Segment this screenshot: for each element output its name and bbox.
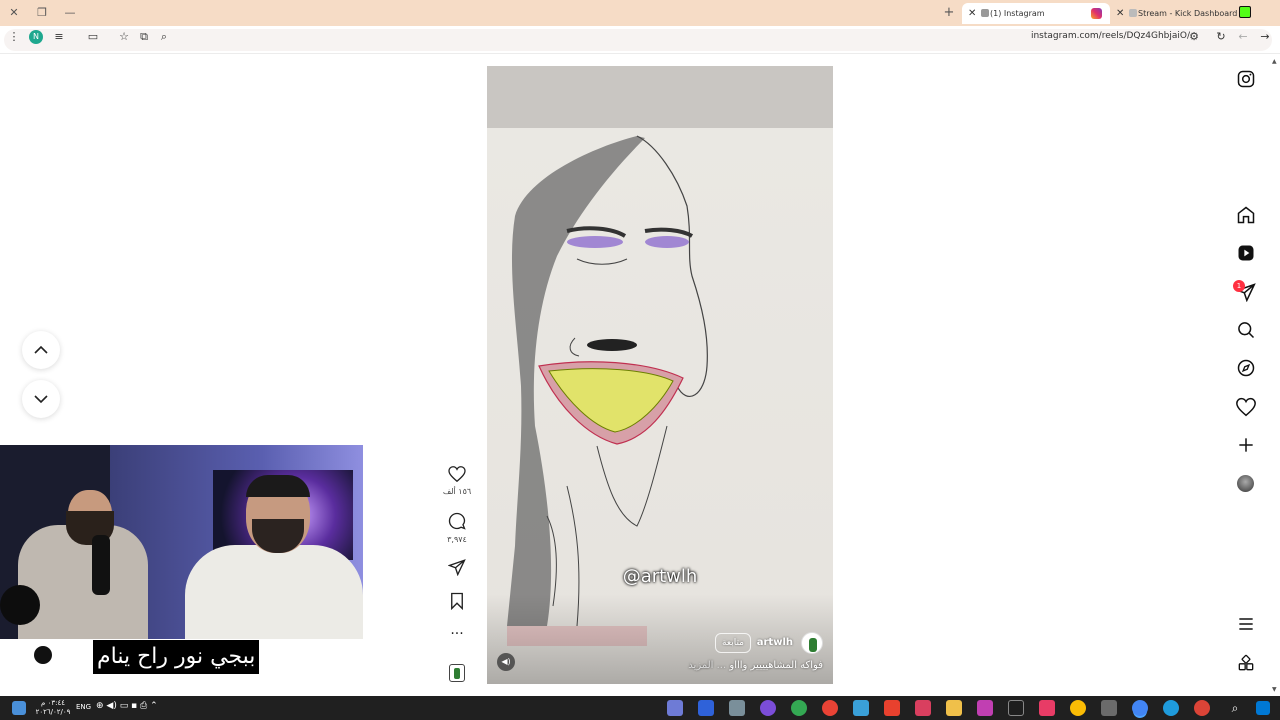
clock[interactable]: ٠٣:٤٤ م ٢٠٢٦/٠٢/٠٩ bbox=[34, 699, 72, 717]
chevron-up-icon bbox=[34, 345, 48, 354]
audio-thumbnail[interactable] bbox=[440, 664, 474, 682]
stream-subtitle: ببجي نور راح ينام bbox=[93, 640, 260, 674]
explore-icon[interactable] bbox=[1236, 358, 1256, 378]
restore-window-icon[interactable]: ❐ bbox=[34, 5, 50, 21]
language-indicator[interactable]: ENG bbox=[76, 703, 91, 712]
profile-avatar[interactable] bbox=[1237, 475, 1254, 492]
comment-count: ٣,٩٧٤ bbox=[447, 535, 467, 544]
install-icon[interactable]: ⧉ bbox=[137, 30, 151, 44]
apps-icon[interactable] bbox=[1236, 653, 1256, 673]
bookmark-icon bbox=[451, 592, 463, 611]
chrome-2-icon[interactable] bbox=[822, 700, 838, 716]
app-tf-icon[interactable] bbox=[977, 700, 993, 716]
previous-reel-button[interactable] bbox=[22, 331, 60, 369]
app-bird-icon[interactable] bbox=[729, 700, 745, 716]
edge-icon[interactable] bbox=[1163, 700, 1179, 716]
file-explorer-icon[interactable] bbox=[946, 700, 962, 716]
app-p-icon[interactable] bbox=[915, 700, 931, 716]
kick-favicon bbox=[1239, 6, 1251, 18]
app-purple-icon[interactable] bbox=[760, 700, 776, 716]
close-window-icon[interactable]: ✕ bbox=[6, 5, 22, 21]
notification-badge: 1 bbox=[1233, 280, 1245, 292]
comment-icon bbox=[448, 512, 466, 530]
tab-instagram[interactable]: ✕ (1) Instagram bbox=[962, 3, 1110, 24]
video-watermark: @artwlh bbox=[622, 566, 698, 587]
more-options-icon[interactable]: ··· bbox=[440, 626, 474, 642]
home-icon[interactable] bbox=[1236, 205, 1256, 225]
minimize-window-icon[interactable]: — bbox=[62, 5, 78, 21]
windows-taskbar: ٠٣:٤٤ م ٢٠٢٦/٠٢/٠٩ ENG ⊕ ◀) ▭ ▪ ⎙ ⌃ ⌕ bbox=[0, 696, 1280, 720]
character-icon bbox=[34, 646, 52, 664]
site-settings-icon[interactable]: ⚙ bbox=[1187, 30, 1201, 44]
tab-label: (1) Instagram bbox=[990, 9, 1045, 18]
obs-icon[interactable] bbox=[1008, 700, 1024, 716]
subtitle-badge bbox=[22, 640, 94, 672]
chrome-3-icon[interactable] bbox=[1070, 700, 1086, 716]
tab-link-icon bbox=[1129, 9, 1137, 17]
caption-text: فواكه المشاهيييير واااو bbox=[729, 660, 823, 671]
instagram-favicon bbox=[1091, 8, 1102, 19]
tab-kick-dashboard[interactable]: ✕ Stream - Kick Dashboard bbox=[1110, 3, 1260, 24]
webcam-overlay bbox=[0, 445, 363, 639]
reel-caption[interactable]: فواكه المشاهيييير واااو ... المزيد bbox=[688, 660, 823, 671]
browser-toolbar: ⋮ N ≡ ▭ ☆ ⧉ ⌕ instagram.com/reels/DQz4Gh… bbox=[0, 26, 1280, 54]
zoom-icon[interactable]: ⌕ bbox=[157, 30, 171, 44]
caption-more-link[interactable]: ... المزيد bbox=[688, 660, 726, 671]
new-tab-button[interactable]: + bbox=[941, 5, 957, 21]
caricature-drawing bbox=[507, 135, 708, 646]
chrome-4-icon[interactable] bbox=[1194, 700, 1210, 716]
save-action[interactable] bbox=[440, 592, 474, 614]
telegram-icon[interactable] bbox=[853, 700, 869, 716]
send-icon bbox=[447, 559, 466, 577]
url-text[interactable]: instagram.com/reels/DQz4GhbjaiO/ bbox=[1031, 31, 1190, 41]
chevron-down-icon bbox=[34, 395, 48, 404]
reels-icon[interactable] bbox=[1236, 243, 1256, 263]
next-reel-button[interactable] bbox=[22, 380, 60, 418]
back-icon[interactable]: → bbox=[1258, 30, 1272, 44]
app-gray-icon[interactable] bbox=[1101, 700, 1117, 716]
browser-tab-bar: ✕ ❐ — + ✕ (1) Instagram ✕ Stream - Kick … bbox=[0, 0, 1280, 26]
mute-button[interactable]: ◀) bbox=[497, 653, 515, 671]
clock-time: ٠٣:٤٤ م bbox=[41, 699, 65, 707]
clock-date: ٢٠٢٦/٠٢/٠٩ bbox=[35, 708, 71, 716]
forward-icon[interactable]: ← bbox=[1236, 30, 1250, 44]
like-count: ١٥٦ ألف bbox=[442, 487, 472, 496]
chrome-icon[interactable] bbox=[791, 700, 807, 716]
close-tab-icon[interactable]: ✕ bbox=[968, 3, 976, 24]
heart-icon bbox=[448, 466, 466, 483]
app-red-icon[interactable] bbox=[884, 700, 900, 716]
instagram-logo-icon[interactable] bbox=[1236, 69, 1256, 89]
start-icon[interactable] bbox=[1256, 701, 1270, 715]
tab-audio-icon bbox=[981, 9, 989, 17]
reel-video[interactable]: @artwlh artwlh متابعة فواكه المشاهيييير … bbox=[487, 66, 833, 684]
chrome-active-icon[interactable] bbox=[1132, 700, 1148, 716]
bookmark-star-icon[interactable]: ☆ bbox=[117, 30, 131, 44]
extensions-icon[interactable]: ≡ bbox=[52, 30, 66, 44]
more-menu-icon[interactable]: ⋮ bbox=[7, 30, 21, 44]
author-username[interactable]: artwlh bbox=[757, 637, 793, 648]
app-3-icon[interactable] bbox=[698, 700, 714, 716]
scroll-up-arrow[interactable]: ▲ bbox=[1272, 58, 1277, 65]
menu-icon[interactable] bbox=[1236, 614, 1256, 634]
tab-label: Stream - Kick Dashboard bbox=[1138, 9, 1238, 18]
author-avatar[interactable] bbox=[801, 632, 823, 654]
shield-icon[interactable] bbox=[667, 700, 683, 716]
reload-icon[interactable]: ↻ bbox=[1214, 30, 1228, 44]
share-action[interactable] bbox=[440, 558, 474, 580]
comment-action[interactable]: ٣,٩٧٤ bbox=[440, 512, 474, 544]
search-icon[interactable]: ⌕ bbox=[1227, 700, 1243, 716]
notifications-heart-icon[interactable] bbox=[1236, 397, 1256, 417]
follow-button[interactable]: متابعة bbox=[715, 633, 751, 653]
create-plus-icon[interactable] bbox=[1236, 435, 1256, 455]
profile-avatar[interactable]: N bbox=[29, 30, 43, 44]
desktop-icon[interactable] bbox=[12, 701, 26, 715]
close-tab-icon[interactable]: ✕ bbox=[1116, 3, 1124, 24]
like-action[interactable]: ١٥٦ ألف bbox=[440, 466, 474, 496]
search-icon[interactable] bbox=[1236, 320, 1256, 340]
scroll-down-arrow[interactable]: ▼ bbox=[1272, 686, 1277, 693]
system-tray-icons[interactable]: ⊕ ◀) ▭ ▪ ⎙ ⌃ bbox=[96, 702, 158, 711]
puzzle-icon[interactable]: ▭ bbox=[86, 30, 100, 44]
tiktok-icon[interactable] bbox=[1039, 700, 1055, 716]
